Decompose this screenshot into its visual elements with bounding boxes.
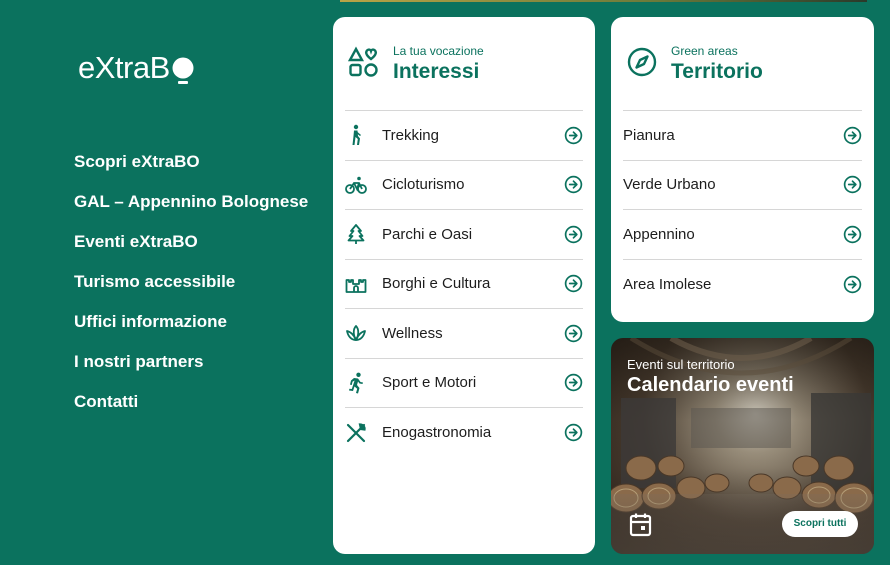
interessi-item-label: Wellness [382,324,443,342]
interessi-list: Trekking Cicloturismo Parchi e Oasi Borg… [345,111,583,458]
interessi-item-label: Borghi e Cultura [382,275,491,293]
arrow-circle-icon [564,126,583,144]
interessi-item-label: Enogastronomia [382,424,492,442]
territorio-item-pianura[interactable]: Pianura [623,111,862,161]
interessi-item-trekking[interactable]: Trekking [345,111,583,161]
interessi-item-label: Cicloturismo [382,176,465,194]
interessi-item-enogastronomia[interactable]: Enogastronomia [345,408,583,458]
arrow-circle-icon [564,176,583,194]
eventi-card[interactable]: Eventi sul territorio Calendario eventi … [611,338,874,554]
arrow-circle-icon [564,424,583,442]
territorio-item-area-imolese[interactable]: Area Imolese [623,260,862,310]
cutlery-icon [346,423,366,442]
territorio-item-label: Area Imolese [623,275,712,293]
interessi-item-sport[interactable]: Sport e Motori [345,359,583,408]
interessi-item-label: Trekking [382,126,439,144]
interessi-item-label: Sport e Motori [382,374,477,392]
nav-item-contatti[interactable]: Contatti [74,390,308,430]
territorio-item-label: Verde Urbano [623,176,716,194]
hero-image-edge [340,0,867,2]
nav-item-partners[interactable]: I nostri partners [74,350,308,390]
hiker-icon [352,125,361,146]
arrow-circle-icon [564,225,583,243]
interessi-title: Interessi [393,60,480,83]
territorio-list: Pianura Verde Urbano Appennino Area Imol… [623,111,862,309]
territorio-header: Green areas Territorio [623,17,862,111]
nav-item-scopri[interactable]: Scopri eXtraBO [74,150,308,190]
interessi-subtitle: La tua vocazione [393,44,484,58]
interessi-item-parchi[interactable]: Parchi e Oasi [345,210,583,260]
arrow-circle-icon [843,225,862,243]
arrow-circle-icon [564,275,583,293]
nav-item-turismo-accessibile[interactable]: Turismo accessibile [74,270,308,310]
extrabo-logo[interactable]: eXtraB [78,50,195,86]
arrow-circle-icon [564,324,583,342]
interessi-header: La tua vocazione Interessi [345,17,583,111]
compass-icon [627,47,657,77]
lotus-icon [346,325,366,342]
territorio-item-label: Pianura [623,126,675,144]
interessi-card: La tua vocazione Interessi Trekking Cicl… [333,17,595,554]
territorio-item-verde-urbano[interactable]: Verde Urbano [623,161,862,210]
calendar-icon [629,513,652,537]
main-nav: Scopri eXtraBO GAL – Appennino Bolognese… [74,150,308,430]
eventi-title: Calendario eventi [627,374,794,396]
tree-icon [347,224,365,245]
bicycle-icon [345,176,367,194]
interessi-item-borghi[interactable]: Borghi e Cultura [345,260,583,309]
nav-item-eventi[interactable]: Eventi eXtraBO [74,230,308,270]
territorio-subtitle: Green areas [671,44,738,58]
arrow-circle-icon [843,176,862,194]
nav-item-gal[interactable]: GAL – Appennino Bolognese [74,190,308,230]
arrow-circle-icon [843,275,862,293]
territorio-item-appennino[interactable]: Appennino [623,210,862,260]
eventi-subtitle: Eventi sul territorio [627,357,735,372]
interessi-item-label: Parchi e Oasi [382,225,473,243]
interessi-item-cicloturismo[interactable]: Cicloturismo [345,161,583,210]
interessi-item-wellness[interactable]: Wellness [345,309,583,359]
castle-icon [345,278,367,293]
territorio-card: Green areas Territorio Pianura Verde Urb… [611,17,874,322]
arrow-circle-icon [564,374,583,392]
bulb-o-icon [172,57,194,84]
shapes-heart-icon [348,46,378,77]
logo-text: eXtraB [78,50,170,85]
scopri-tutti-button[interactable]: Scopri tutti [782,511,858,537]
nav-item-uffici[interactable]: Uffici informazione [74,310,308,350]
arrow-circle-icon [843,126,862,144]
territorio-title: Territorio [671,60,763,83]
runner-icon [349,372,363,394]
territorio-item-label: Appennino [623,225,695,243]
